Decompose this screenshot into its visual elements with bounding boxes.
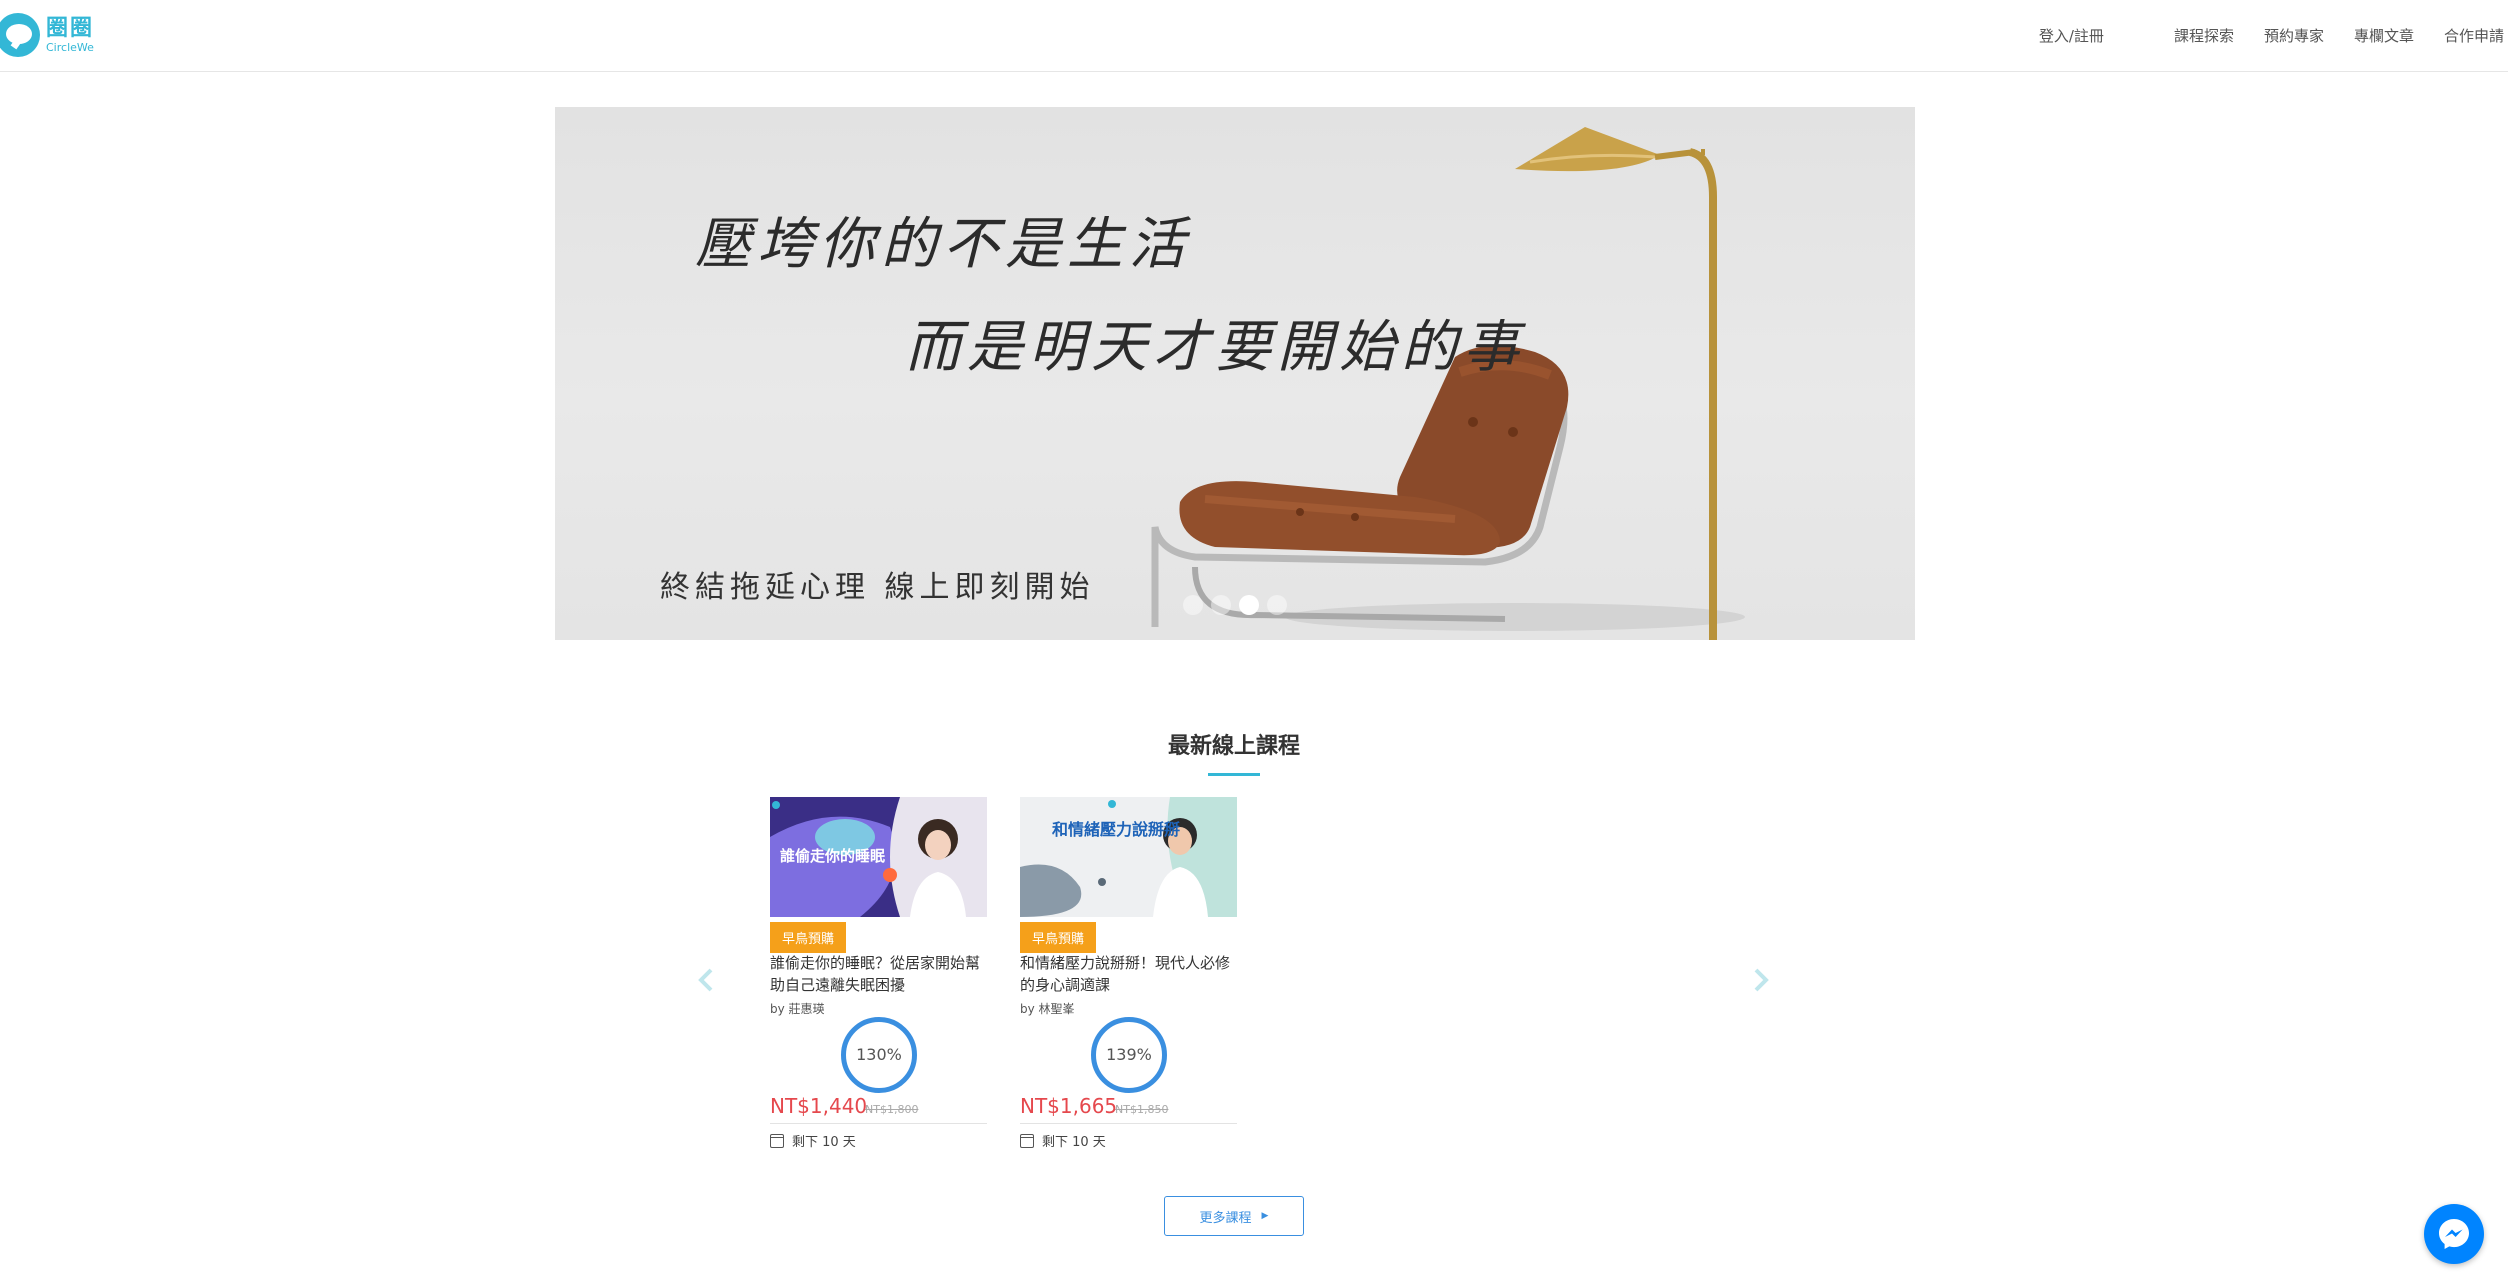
logo-icon — [0, 13, 40, 57]
hero-headline-2: 而是明天才要開始的事 — [905, 315, 1525, 380]
nav-book-expert[interactable]: 預約專家 — [2264, 25, 2324, 46]
hero-caption: 終結拖延心理 線上即刻開始 — [660, 570, 1095, 605]
main-nav: 登入/註冊 課程探索 預約專家 專欄文章 合作申請 — [2009, 0, 2508, 70]
prev-arrow[interactable] — [692, 965, 722, 995]
messenger-icon — [2439, 1219, 2469, 1249]
course-instructor: by 林聖峯 — [1020, 1002, 1075, 1016]
nav-explore-courses[interactable]: 課程探索 — [2174, 25, 2234, 46]
nav-partner[interactable]: 合作申請 — [2444, 25, 2504, 46]
course-remaining: 剩下 10 天 — [1020, 1131, 1106, 1150]
carousel-dot-3[interactable] — [1239, 595, 1259, 615]
top-header: 圈圈 CircleWe 登入/註冊 課程探索 預約專家 專欄文章 合作申請 — [0, 0, 2508, 72]
caret-right-icon: ▶ — [1261, 1211, 1269, 1221]
course-title[interactable]: 和情緒壓力說掰掰！現代人必修的身心調適課 — [1020, 952, 1237, 996]
course-card[interactable]: 和情緒壓力說掰掰 早鳥預購 和情緒壓力說掰掰！現代人必修的身心調適課 by 林聖… — [1020, 797, 1237, 1150]
course-instructor: by 莊惠瑛 — [770, 1002, 825, 1016]
svg-text:和情緒壓力說掰掰: 和情緒壓力說掰掰 — [1052, 820, 1180, 839]
course-card[interactable]: 誰偷走你的睡眠 早鳥預購 誰偷走你的睡眠？從居家開始幫助自己遠離失眠困擾 by … — [770, 797, 987, 1150]
chevron-right-icon — [1754, 968, 1769, 992]
progress-value: 139% — [1106, 1045, 1152, 1064]
course-thumbnail-image: 和情緒壓力說掰掰 — [1020, 797, 1237, 917]
svg-text:誰偷走你的睡眠: 誰偷走你的睡眠 — [780, 847, 885, 865]
more-courses-button[interactable]: 更多課程 ▶ — [1164, 1196, 1304, 1236]
calendar-icon — [770, 1133, 784, 1148]
section-title: 最新線上課程 — [1167, 734, 1300, 759]
next-arrow[interactable] — [1745, 965, 1775, 995]
carousel-dot-4[interactable] — [1267, 595, 1287, 615]
course-remaining: 剩下 10 天 — [770, 1131, 856, 1150]
course-thumbnail[interactable]: 誰偷走你的睡眠 — [770, 797, 987, 917]
nav-articles[interactable]: 專欄文章 — [2354, 25, 2414, 46]
funding-progress: 130% — [841, 1017, 917, 1093]
chevron-left-icon — [698, 968, 713, 992]
course-original-price: NT$1,800 — [865, 1103, 919, 1116]
course-price: NT$1,665 — [1020, 1094, 1118, 1118]
funding-progress: 139% — [1091, 1017, 1167, 1093]
more-courses-label: 更多課程 — [1199, 1210, 1252, 1226]
logo-text-en: CircleWe — [46, 41, 94, 54]
course-thumbnail-image: 誰偷走你的睡眠 — [770, 797, 987, 917]
remaining-days: 剩下 10 天 — [792, 1135, 856, 1150]
remaining-days: 剩下 10 天 — [1042, 1135, 1106, 1150]
carousel-dot-2[interactable] — [1211, 595, 1231, 615]
carousel-dots — [1183, 595, 1295, 615]
hero-headline-1: 壓垮你的不是生活 — [695, 212, 1191, 277]
course-title[interactable]: 誰偷走你的睡眠？從居家開始幫助自己遠離失眠困擾 — [770, 952, 987, 996]
logo-text-cn: 圈圈 — [46, 16, 95, 41]
calendar-icon — [1020, 1133, 1034, 1148]
course-original-price: NT$1,850 — [1115, 1103, 1169, 1116]
card-divider — [1020, 1123, 1237, 1124]
nav-login[interactable]: 登入/註冊 — [2039, 25, 2104, 46]
progress-value: 130% — [856, 1045, 902, 1064]
hero-carousel[interactable]: 壓垮你的不是生活 而是明天才要開始的事 終結拖延心理 線上即刻開始 — [555, 107, 1915, 640]
course-price: NT$1,440 — [770, 1094, 868, 1118]
section-underline — [1208, 773, 1260, 776]
messenger-chat-button[interactable] — [2424, 1204, 2484, 1264]
logo[interactable]: 圈圈 CircleWe — [0, 10, 94, 60]
card-divider — [770, 1123, 987, 1124]
course-thumbnail[interactable]: 和情緒壓力說掰掰 — [1020, 797, 1237, 917]
early-bird-badge: 早鳥預購 — [1020, 922, 1097, 953]
carousel-dot-1[interactable] — [1183, 595, 1203, 615]
early-bird-badge: 早鳥預購 — [770, 922, 847, 953]
